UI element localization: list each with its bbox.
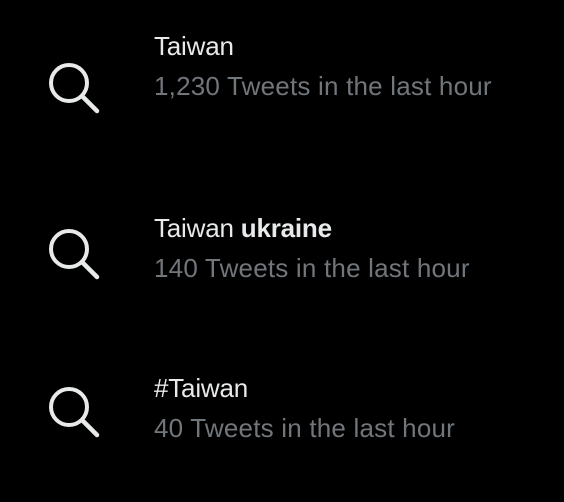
suggestion-title-text: Taiwan <box>154 31 234 61</box>
suggestion-tweet-count: 140 Tweets in the last hour <box>154 253 470 283</box>
suggestion-text: Taiwan 1,230 Tweets in the last hour <box>154 30 534 106</box>
suggestion-tweet-count: 40 Tweets in the last hour <box>154 413 456 443</box>
search-icon <box>49 387 100 438</box>
suggestion-title: #Taiwan <box>154 372 534 404</box>
suggestion-title-text: #Taiwan <box>154 373 248 403</box>
search-suggestion-taiwan-ukraine[interactable]: Taiwan ukraine 140 Tweets in the last ho… <box>0 200 564 310</box>
suggestion-title: Taiwan <box>154 30 534 62</box>
search-suggestion-hashtag-taiwan[interactable]: #Taiwan 40 Tweets in the last hour <box>0 360 564 470</box>
suggestion-text: Taiwan ukraine 140 Tweets in the last ho… <box>154 212 534 288</box>
search-icon <box>49 63 100 114</box>
search-icon <box>49 229 100 280</box>
suggestion-title: Taiwan ukraine <box>154 212 534 244</box>
search-suggestions-list: Taiwan 1,230 Tweets in the last hour Tai… <box>0 0 564 502</box>
suggestion-title-text: Taiwan <box>154 213 241 243</box>
suggestion-tweet-count: 1,230 Tweets in the last hour <box>154 71 492 101</box>
suggestion-title-bold: ukraine <box>240 213 332 243</box>
search-suggestion-taiwan[interactable]: Taiwan 1,230 Tweets in the last hour <box>0 18 564 168</box>
suggestion-text: #Taiwan 40 Tweets in the last hour <box>154 372 534 448</box>
